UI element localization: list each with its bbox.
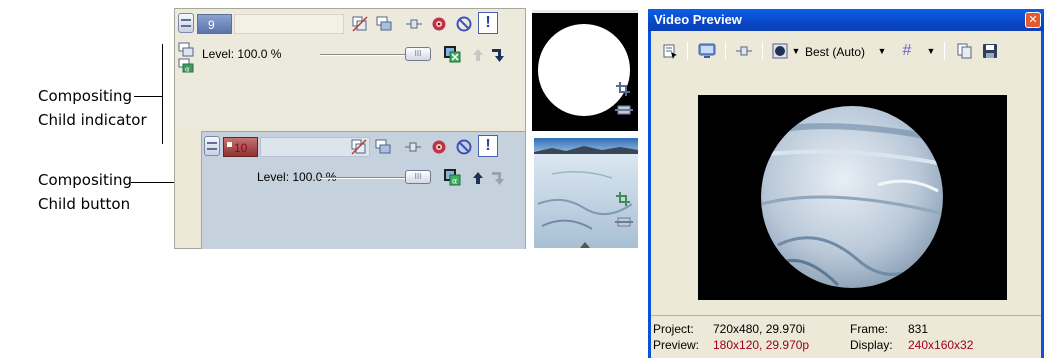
composite-mode-icon[interactable]: [375, 15, 393, 33]
status-display-label: Display:: [850, 338, 893, 352]
status-display-value: 240x160x32: [908, 338, 974, 352]
track-9-collapse-button[interactable]: [178, 13, 194, 33]
track-10-collapse-button[interactable]: [204, 136, 220, 156]
video-preview-title: Video Preview: [654, 12, 742, 27]
track-9-event-thumbnail[interactable]: [532, 10, 638, 131]
compositing-child-indicator-icon: α: [177, 57, 195, 75]
track-9-name-field[interactable]: [234, 14, 344, 34]
video-output-fx-icon[interactable]: [771, 42, 789, 60]
callout-button-line2: Child button: [38, 195, 131, 213]
compositing-child-settings-icon[interactable]: α: [443, 168, 461, 186]
chevron-down-icon[interactable]: ▼: [791, 42, 801, 60]
bypass-motion-blur-icon[interactable]: [351, 15, 369, 33]
make-compositing-child-icon[interactable]: [489, 169, 507, 187]
track-9-level-thumb[interactable]: III: [405, 47, 431, 61]
status-preview-label: Preview:: [653, 338, 700, 352]
make-compositing-child-icon[interactable]: [489, 46, 507, 64]
callout-indicator-leader: [134, 96, 162, 97]
video-preview-window: Video Preview ✕ ▼ Best (Auto) ▼ # ▼ Proj…: [648, 9, 1044, 358]
track-10-event-thumbnail[interactable]: [532, 134, 638, 248]
track-10-number-label: 10: [234, 141, 248, 155]
status-project-label: Project:: [653, 322, 694, 336]
bypass-motion-blur-icon[interactable]: [350, 138, 368, 156]
overlays-grid-icon[interactable]: #: [897, 42, 917, 60]
callout-indicator-line1: Compositing: [38, 87, 133, 105]
track-list-panel: 9 ! α Level: 100.0 % III 10 ! Level: 100…: [174, 8, 526, 249]
track-9-number-label: 9: [208, 18, 215, 32]
solo-button[interactable]: !: [478, 135, 498, 157]
mute-icon[interactable]: [455, 138, 473, 156]
chevron-down-icon[interactable]: ▼: [877, 42, 887, 60]
external-monitor-icon[interactable]: [697, 42, 717, 60]
track-9-number: 9: [197, 14, 232, 34]
close-button[interactable]: ✕: [1025, 12, 1041, 28]
status-preview-value: 180x120, 29.970p: [713, 338, 810, 352]
save-snapshot-icon[interactable]: [981, 42, 999, 60]
status-project-value: 720x480, 29.970i: [713, 322, 806, 336]
chevron-down-icon[interactable]: ▼: [926, 42, 936, 60]
track-fx-icon[interactable]: [430, 138, 448, 156]
track-motion-icon[interactable]: [405, 15, 423, 33]
toolbar-separator: [725, 42, 726, 60]
make-compositing-parent-icon[interactable]: [469, 169, 487, 187]
copy-snapshot-icon[interactable]: [956, 42, 974, 60]
split-screen-icon[interactable]: [734, 42, 754, 60]
track-9-header[interactable]: 9 ! α Level: 100.0 % III: [175, 9, 525, 127]
svg-text:α: α: [452, 177, 457, 186]
preview-quality-dropdown[interactable]: Best (Auto): [805, 45, 865, 59]
video-preview-screen[interactable]: [698, 95, 1007, 300]
toolbar-separator: [762, 42, 763, 60]
video-preview-status-bar: Project: 720x480, 29.970i Frame: 831 Pre…: [651, 315, 1041, 358]
solo-button[interactable]: !: [478, 12, 498, 34]
toolbar-separator: [687, 42, 688, 60]
track-10-header[interactable]: 10 ! Level: 100.0 % III α: [201, 131, 525, 249]
callout-indicator-bracket: [162, 44, 163, 144]
callout-compositing-child-indicator: Compositing Child indicator: [38, 84, 147, 132]
svg-text:α: α: [185, 66, 190, 74]
composite-mode-icon[interactable]: [374, 138, 392, 156]
make-compositing-parent-icon[interactable]: [469, 46, 487, 64]
track-10-level-thumb[interactable]: III: [405, 170, 431, 184]
toolbar-separator: [944, 42, 945, 60]
video-preview-toolbar: ▼ Best (Auto) ▼ # ▼: [651, 33, 1041, 69]
preview-properties-icon[interactable]: [661, 42, 679, 60]
track-motion-icon[interactable]: [404, 138, 422, 156]
track-fx-icon[interactable]: [430, 15, 448, 33]
compositing-child-button-icon[interactable]: [443, 45, 461, 63]
video-preview-title-bar[interactable]: Video Preview ✕: [648, 9, 1044, 31]
track-10-number: 10: [223, 137, 258, 157]
status-frame-label: Frame:: [850, 322, 889, 336]
mute-icon[interactable]: [455, 15, 473, 33]
callout-indicator-line2: Child indicator: [38, 111, 147, 129]
track-9-level-label: Level: 100.0 %: [202, 47, 282, 61]
status-frame-value: 831: [908, 322, 929, 336]
callout-compositing-child-button: Compositing Child button: [38, 168, 132, 216]
callout-button-line1: Compositing: [38, 171, 133, 189]
